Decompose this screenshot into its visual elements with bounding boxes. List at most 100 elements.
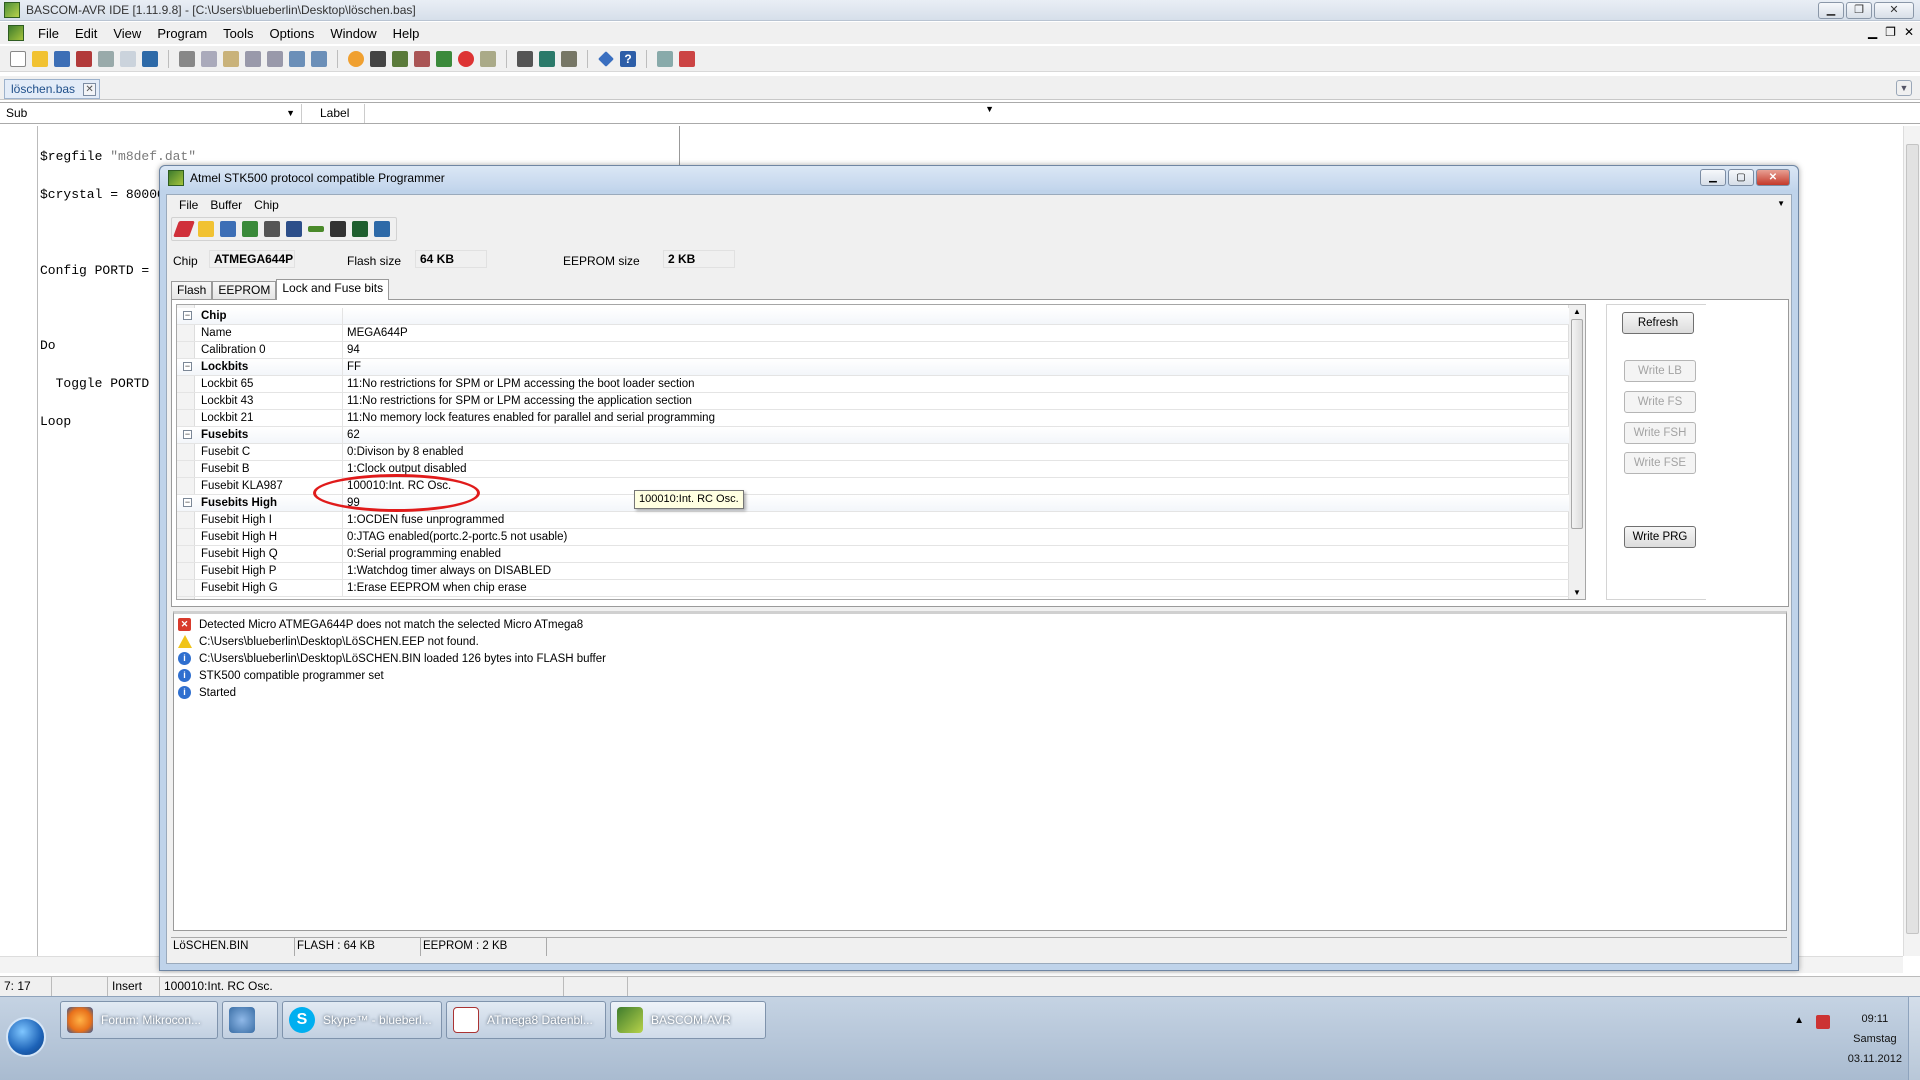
- program-chip-icon[interactable]: [414, 50, 430, 67]
- write-fs-button[interactable]: Write FS: [1624, 391, 1696, 413]
- taskbar-pdf[interactable]: ATmega8 Datenbl...: [446, 1001, 606, 1039]
- find-next-icon[interactable]: [311, 50, 327, 67]
- grid-row[interactable]: Fusebit High H 0:JTAG enabled(portc.2-por…: [177, 529, 1569, 546]
- menu-options[interactable]: Options: [262, 26, 323, 41]
- collapse-icon[interactable]: −: [183, 430, 192, 439]
- help-icon[interactable]: ?: [620, 50, 636, 67]
- blank-check-icon[interactable]: [308, 226, 324, 232]
- restore-button[interactable]: ❐: [1846, 2, 1872, 19]
- menu-window[interactable]: Window: [322, 26, 384, 41]
- tab-close-icon[interactable]: ✕: [83, 83, 97, 96]
- save-all-icon[interactable]: [76, 50, 92, 67]
- copy-icon[interactable]: [201, 50, 217, 67]
- grid-group-row[interactable]: − Chip: [177, 308, 1569, 325]
- programmer-icon[interactable]: [436, 50, 452, 67]
- outdent-icon[interactable]: [267, 50, 283, 67]
- terminal-icon[interactable]: [517, 50, 533, 67]
- editor-vertical-scrollbar[interactable]: [1903, 126, 1920, 956]
- indent-icon[interactable]: [245, 50, 261, 67]
- scroll-up-icon[interactable]: ▲: [1573, 307, 1581, 316]
- taskbar-firefox[interactable]: Forum: Mikrocon...: [60, 1001, 218, 1039]
- tray-expand-icon[interactable]: ▲: [1794, 1015, 1804, 1029]
- tab-eeprom[interactable]: EEPROM: [212, 281, 277, 300]
- grid-row[interactable]: Fusebit High Q 0:Serial programming enabl…: [177, 546, 1569, 563]
- chip-id-icon[interactable]: [330, 221, 346, 237]
- fuse-property-grid[interactable]: ▲ ▼ − Chip Name MEGA644P Calibration 0 94 − Loc…: [176, 304, 1586, 600]
- message-log[interactable]: ✕ Detected Micro ATMEGA644P does not matc…: [173, 611, 1787, 931]
- open-icon[interactable]: [198, 221, 214, 237]
- save-icon[interactable]: [54, 50, 70, 67]
- menu-help[interactable]: Help: [385, 26, 428, 41]
- document-system-icon[interactable]: [8, 25, 24, 41]
- taskbar-thunderbird[interactable]: [222, 1001, 278, 1039]
- grid-row[interactable]: Lockbit 21 11:No memory lock features ena…: [177, 410, 1569, 427]
- grid-row[interactable]: Name MEGA644P: [177, 325, 1569, 342]
- write-prg-button[interactable]: Write PRG: [1624, 526, 1696, 548]
- print-icon[interactable]: [98, 50, 114, 67]
- erase-icon[interactable]: [173, 221, 195, 237]
- tab-lock-and-fuse-bits[interactable]: Lock and Fuse bits: [276, 279, 390, 300]
- grid-vertical-scrollbar[interactable]: ▲ ▼: [1568, 305, 1585, 599]
- verify-icon[interactable]: [286, 221, 302, 237]
- programmer-maximize-button[interactable]: ▢: [1728, 169, 1754, 186]
- grid-row[interactable]: Fusebit High G 1:Erase EEPROM when chip e…: [177, 580, 1569, 597]
- mdi-minimize-icon[interactable]: ▁: [1868, 25, 1877, 39]
- grid-row[interactable]: Lockbit 43 11:No restrictions for SPM or …: [177, 393, 1569, 410]
- write-fsh-button[interactable]: Write FSH: [1624, 422, 1696, 444]
- new-file-icon[interactable]: [10, 50, 26, 67]
- windows-start-icon[interactable]: [6, 1017, 46, 1057]
- programmer-close-button[interactable]: ✕: [1756, 169, 1790, 186]
- menu-view[interactable]: View: [105, 26, 149, 41]
- chip-icon[interactable]: [392, 50, 408, 67]
- write-lb-button[interactable]: Write LB: [1624, 360, 1696, 382]
- paste-icon[interactable]: [223, 50, 239, 67]
- menu-edit[interactable]: Edit: [67, 26, 105, 41]
- minimize-button[interactable]: ▁: [1818, 2, 1844, 19]
- save-icon[interactable]: [220, 221, 236, 237]
- export-icon[interactable]: [374, 221, 390, 237]
- tab-list-chevron-icon[interactable]: ▼: [1896, 80, 1912, 96]
- menu-tools[interactable]: Tools: [215, 26, 261, 41]
- auto-program-icon[interactable]: [352, 221, 368, 237]
- programmer-menu-chip[interactable]: Chip: [248, 198, 285, 212]
- collapse-icon[interactable]: −: [183, 362, 192, 371]
- close-button[interactable]: ✕: [1874, 2, 1914, 19]
- grid-row[interactable]: Calibration 0 94: [177, 342, 1569, 359]
- tab-flash[interactable]: Flash: [171, 281, 213, 300]
- tab-loeschen-bas[interactable]: löschen.bas ✕: [4, 79, 101, 99]
- programmer-menu-buffer[interactable]: Buffer: [204, 198, 248, 212]
- acrobat-tray-icon[interactable]: [1816, 1015, 1830, 1029]
- scroll-thumb[interactable]: [1571, 319, 1583, 529]
- grid-group-row[interactable]: − Fusebits 62: [177, 427, 1569, 444]
- clock[interactable]: 09:11 Samstag 03.11.2012: [1848, 1009, 1902, 1069]
- open-folder-icon[interactable]: [32, 50, 48, 67]
- collapse-icon[interactable]: −: [183, 498, 192, 507]
- compile-icon[interactable]: [348, 50, 364, 67]
- menu-program[interactable]: Program: [149, 26, 215, 41]
- menu-file[interactable]: File: [30, 26, 67, 41]
- collapse-icon[interactable]: −: [183, 311, 192, 320]
- pdf-export-icon[interactable]: [679, 50, 695, 67]
- programmer-menu-file[interactable]: File: [173, 198, 204, 212]
- grid-row[interactable]: Lockbit 65 11:No restrictions for SPM or …: [177, 376, 1569, 393]
- find-icon[interactable]: [289, 50, 305, 67]
- zoom-icon[interactable]: [657, 50, 673, 67]
- sub-dropdown[interactable]: Sub ▼: [2, 104, 302, 123]
- write-fse-button[interactable]: Write FSE: [1624, 452, 1696, 474]
- goto-icon[interactable]: [598, 50, 614, 67]
- read-icon[interactable]: [264, 221, 280, 237]
- grid-row[interactable]: Fusebit High I 1:OCDEN fuse unprogrammed: [177, 512, 1569, 529]
- taskbar-skype[interactable]: S Skype™ - blueberl...: [282, 1001, 442, 1039]
- grid-row[interactable]: Fusebit High P 1:Watchdog timer always on…: [177, 563, 1569, 580]
- lcd-designer-icon[interactable]: [539, 50, 555, 67]
- print-preview-icon[interactable]: [120, 50, 136, 67]
- chevron-down-icon[interactable]: ▼: [1777, 199, 1785, 208]
- label-dropdown[interactable]: ▼: [364, 104, 1000, 123]
- export-icon[interactable]: [142, 50, 158, 67]
- taskbar-bascom[interactable]: BASCOM-AVR: [610, 1001, 766, 1039]
- scroll-down-icon[interactable]: ▼: [1573, 588, 1581, 597]
- program-icon[interactable]: [242, 221, 258, 237]
- refresh-button[interactable]: Refresh: [1622, 312, 1694, 334]
- mdi-close-icon[interactable]: ✕: [1904, 25, 1914, 39]
- programmer-minimize-button[interactable]: ▁: [1700, 169, 1726, 186]
